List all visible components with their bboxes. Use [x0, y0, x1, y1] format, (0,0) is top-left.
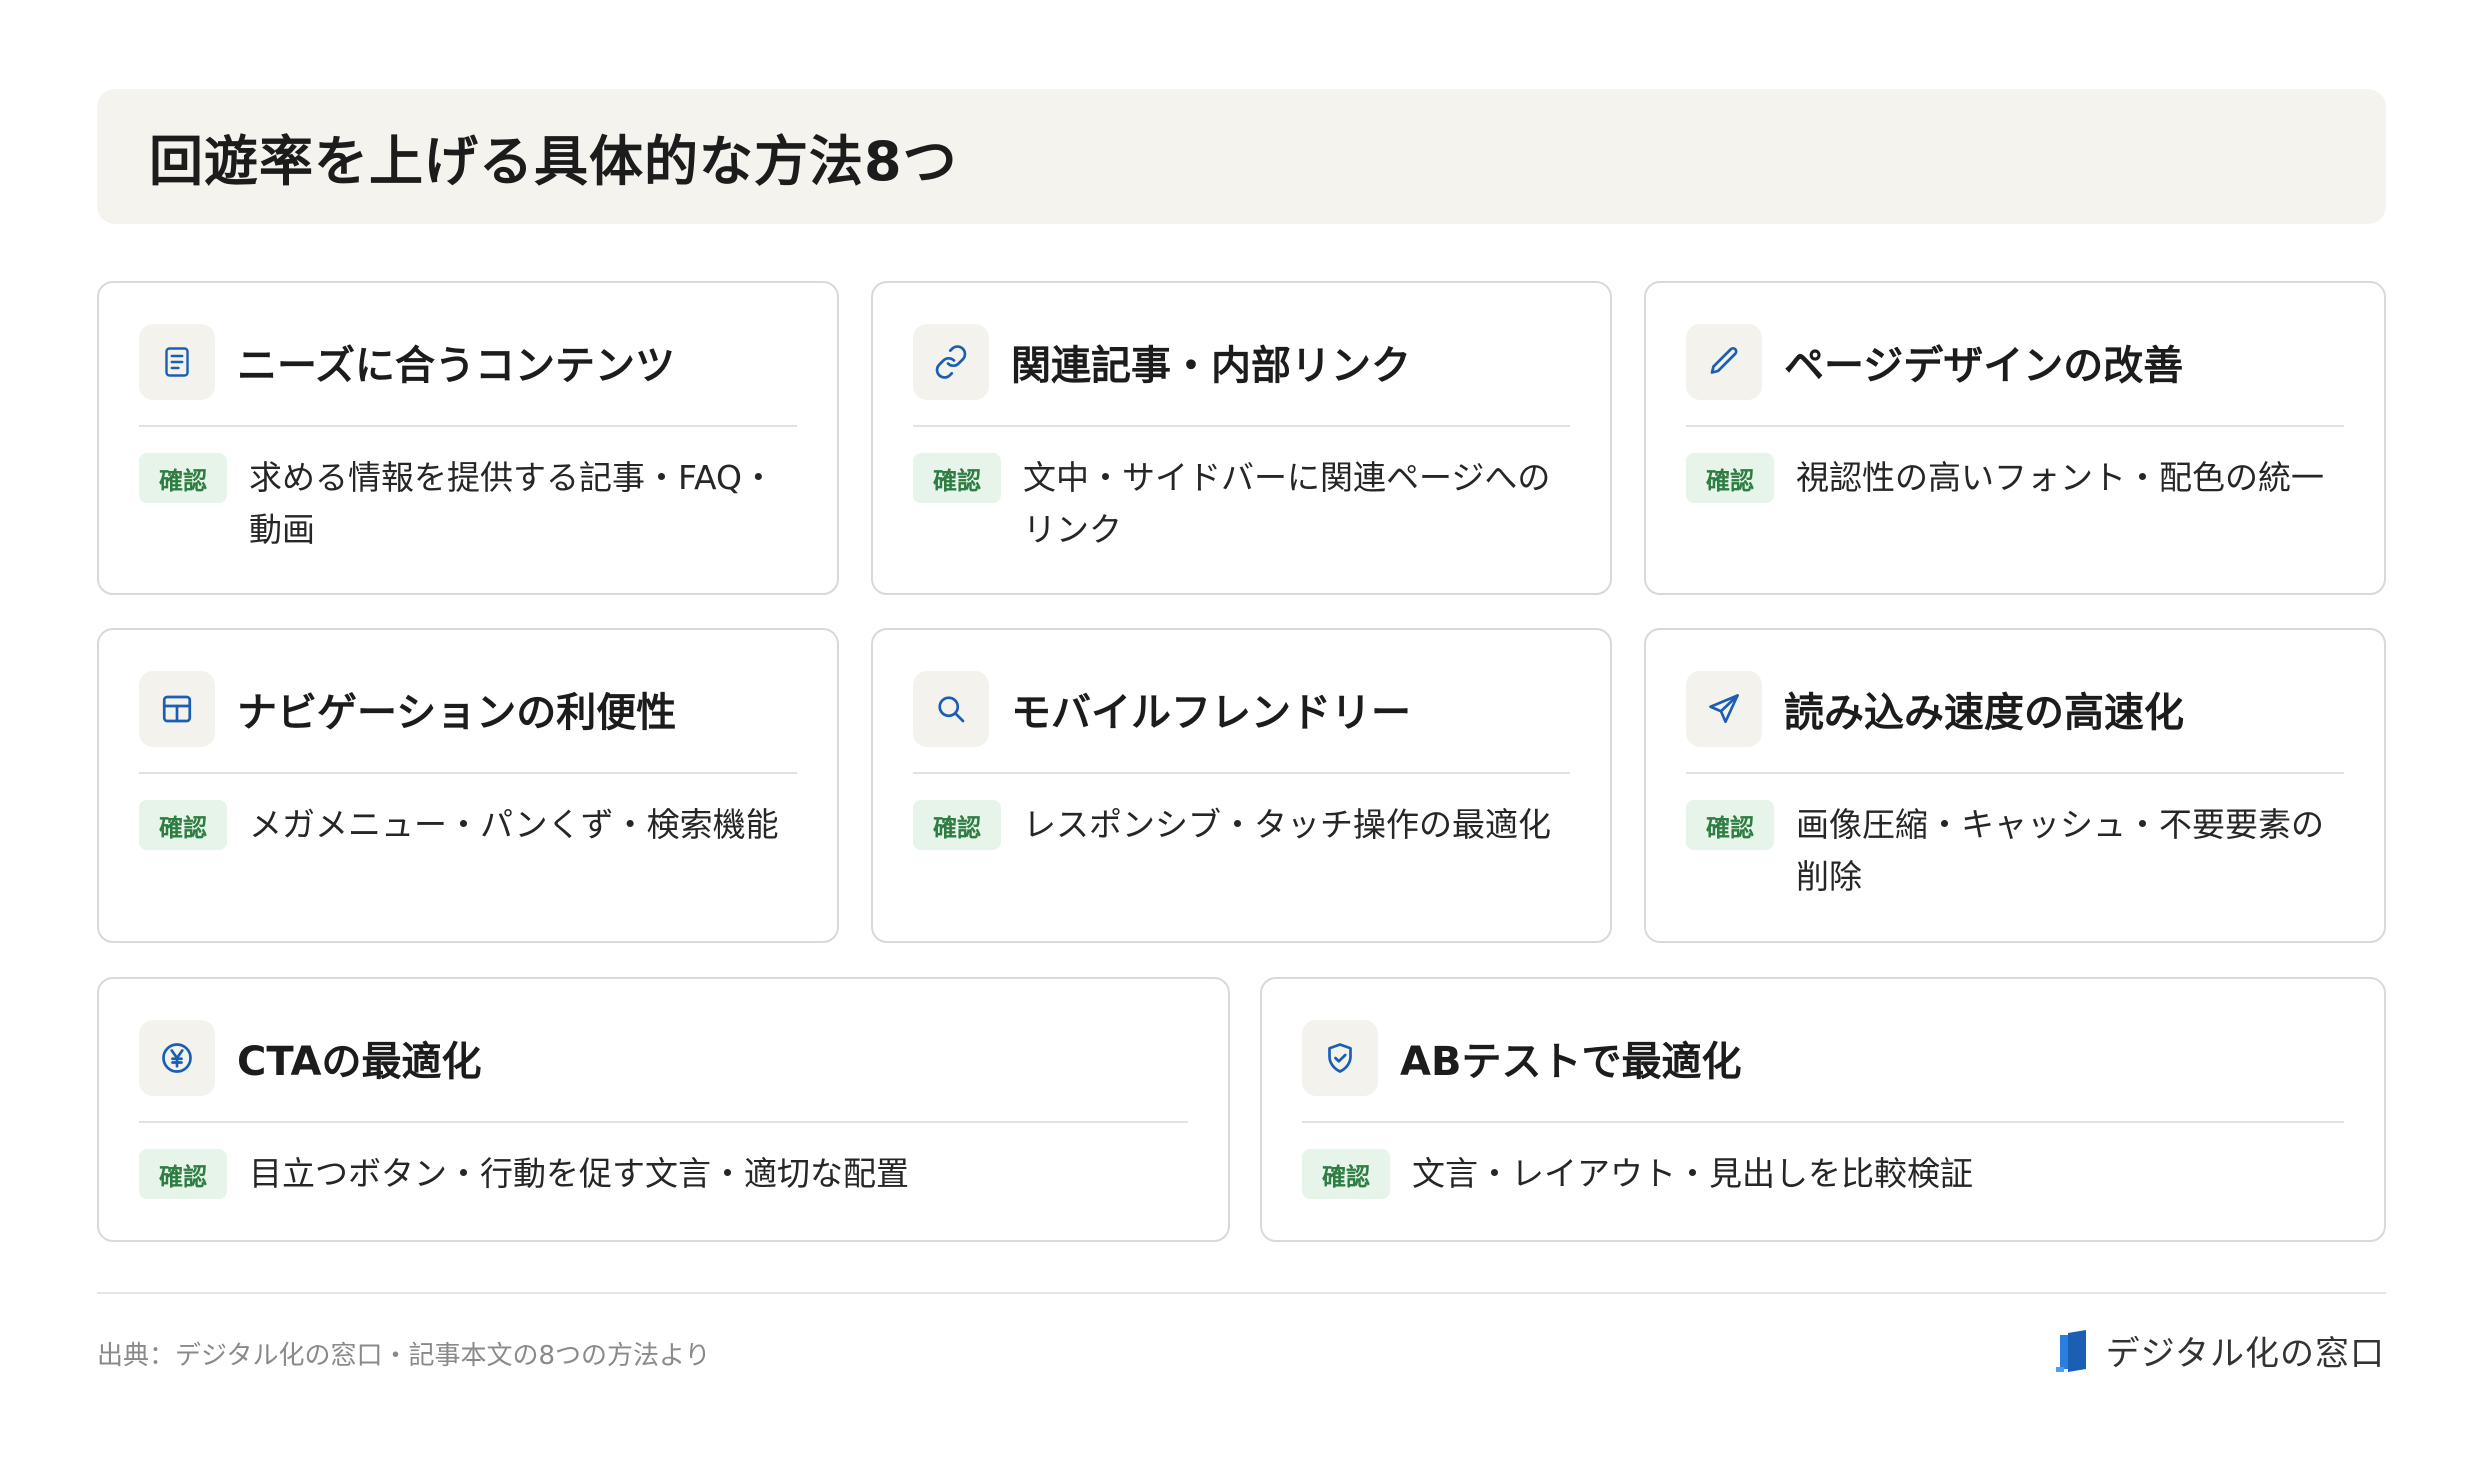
footer-divider — [97, 1292, 2386, 1294]
card-text: レスポンシブ・タッチ操作の最適化 — [1023, 805, 1551, 844]
pencil-icon — [1686, 324, 1762, 400]
card-text: 視認性の高いフォント・配色の統一 — [1796, 458, 2324, 497]
shield-check-icon — [1302, 1020, 1378, 1096]
brand-logo-icon — [2055, 1329, 2086, 1372]
divider — [1686, 772, 2344, 774]
card-title: 関連記事・内部リンク — [1011, 343, 1411, 389]
page: 回遊率を上げる具体的な方法8つ ニーズに合うコンテンツ 確認 求める情報を提供す… — [0, 0, 2480, 1468]
brand-name: デジタル化の窓口 — [2105, 1334, 2385, 1374]
card-title: CTAの最適化 — [237, 1039, 482, 1085]
card-title: 読み込み速度の高速化 — [1784, 690, 2184, 736]
method-card: CTAの最適化 確認 目立つボタン・行動を促す文言・適切な配置 — [97, 977, 1230, 1242]
layout-icon — [139, 671, 215, 747]
confirm-badge: 確認 — [1302, 1149, 1390, 1199]
confirm-badge: 確認 — [913, 453, 1001, 503]
divider — [139, 1121, 1188, 1123]
card-text: 文中・サイドバーに関連ページへのリンク — [1023, 458, 1551, 549]
document-icon — [139, 324, 215, 400]
confirm-badge: 確認 — [139, 1149, 227, 1199]
method-card: ニーズに合うコンテンツ 確認 求める情報を提供する記事・FAQ・動画 — [97, 281, 839, 595]
card-title: ページデザインの改善 — [1784, 343, 2184, 389]
divider — [1686, 425, 2344, 427]
brand: デジタル化の窓口 — [2055, 1326, 2385, 1375]
page-title: 回遊率を上げる具体的な方法8つ — [149, 130, 958, 193]
card-text: 画像圧縮・キャッシュ・不要要素の削除 — [1796, 805, 2324, 896]
card-title: ABテストで最適化 — [1400, 1039, 1742, 1085]
title-banner: 回遊率を上げる具体的な方法8つ — [97, 89, 2386, 224]
confirm-badge: 確認 — [1686, 800, 1774, 850]
divider — [1302, 1121, 2344, 1123]
yen-icon — [139, 1020, 215, 1096]
card-title: ナビゲーションの利便性 — [237, 690, 677, 736]
divider — [913, 772, 1570, 774]
card-text: 文言・レイアウト・見出しを比較検証 — [1412, 1154, 1973, 1193]
card-text: 求める情報を提供する記事・FAQ・動画 — [249, 458, 775, 549]
card-title: ニーズに合うコンテンツ — [237, 343, 675, 389]
source-note: 出典：デジタル化の窓口・記事本文の8つの方法より — [97, 1341, 711, 1371]
method-card: 読み込み速度の高速化 確認 画像圧縮・キャッシュ・不要要素の削除 — [1644, 628, 2386, 943]
method-card: ABテストで最適化 確認 文言・レイアウト・見出しを比較検証 — [1260, 977, 2386, 1242]
link-icon — [913, 324, 989, 400]
card-text: メガメニュー・パンくず・検索機能 — [249, 805, 779, 844]
card-title: モバイルフレンドリー — [1011, 690, 1411, 736]
method-card: ページデザインの改善 確認 視認性の高いフォント・配色の統一 — [1644, 281, 2386, 595]
divider — [139, 772, 797, 774]
confirm-badge: 確認 — [913, 800, 1001, 850]
method-card: モバイルフレンドリー 確認 レスポンシブ・タッチ操作の最適化 — [871, 628, 1612, 943]
method-card: 関連記事・内部リンク 確認 文中・サイドバーに関連ページへのリンク — [871, 281, 1612, 595]
search-icon — [913, 671, 989, 747]
method-card: ナビゲーションの利便性 確認 メガメニュー・パンくず・検索機能 — [97, 628, 839, 943]
card-text: 目立つボタン・行動を促す文言・適切な配置 — [249, 1154, 909, 1193]
send-icon — [1686, 671, 1762, 747]
confirm-badge: 確認 — [139, 800, 227, 850]
confirm-badge: 確認 — [139, 453, 227, 503]
divider — [139, 425, 797, 427]
confirm-badge: 確認 — [1686, 453, 1774, 503]
divider — [913, 425, 1570, 427]
